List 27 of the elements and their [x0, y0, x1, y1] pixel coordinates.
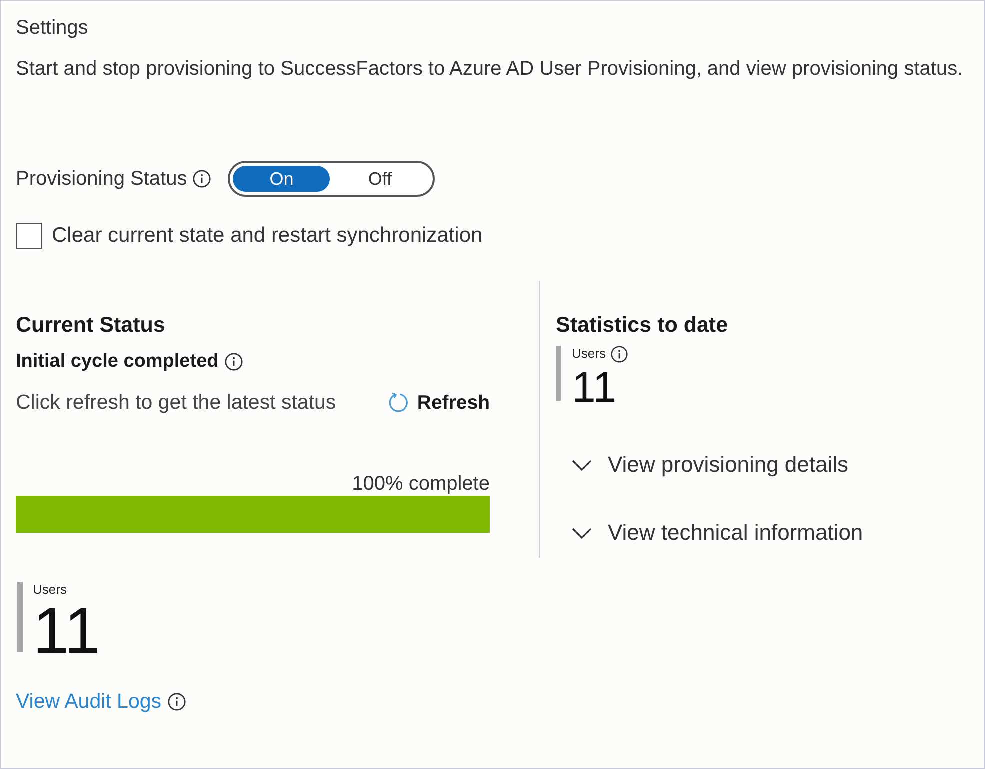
accent-bar	[556, 346, 561, 401]
stat-label: Users	[572, 346, 606, 362]
checkbox-label: Clear current state and restart synchronization	[52, 223, 483, 249]
panel-heading: Statistics to date	[556, 312, 730, 338]
stat-label: Users	[33, 582, 67, 598]
description-text: Start and stop provisioning to SuccessFactors to Azure AD User Provisioning, and view provisioning status.	[16, 57, 964, 81]
info-icon[interactable]	[610, 346, 628, 362]
panel-heading: Current Status	[16, 312, 166, 338]
stat-value: 11	[572, 368, 618, 408]
stat-value: 11	[33, 603, 100, 659]
audit-logs-link[interactable]: View Audit Logs	[16, 690, 162, 714]
section-title: Settings	[16, 16, 90, 40]
refresh-button[interactable]: Refresh	[389, 391, 490, 415]
progress-reading: 100% complete	[352, 473, 490, 495]
toggle-switch[interactable]: On Off	[228, 161, 436, 197]
info-icon[interactable]	[168, 693, 186, 711]
checkbox[interactable]	[16, 223, 42, 249]
info-icon[interactable]	[224, 353, 243, 371]
expander-toggle[interactable]: View provisioning details	[556, 452, 864, 478]
info-icon[interactable]	[193, 170, 212, 188]
expander-toggle[interactable]: View technical information	[556, 520, 864, 546]
toggle-option[interactable]: Off	[330, 166, 430, 192]
hint-text: Click refresh to get the latest status	[16, 391, 336, 415]
toggle-option[interactable]: On	[233, 166, 330, 192]
field-label: Provisioning Status	[16, 167, 188, 191]
status-text: Initial cycle completed	[16, 350, 219, 374]
accent-bar	[17, 582, 23, 652]
